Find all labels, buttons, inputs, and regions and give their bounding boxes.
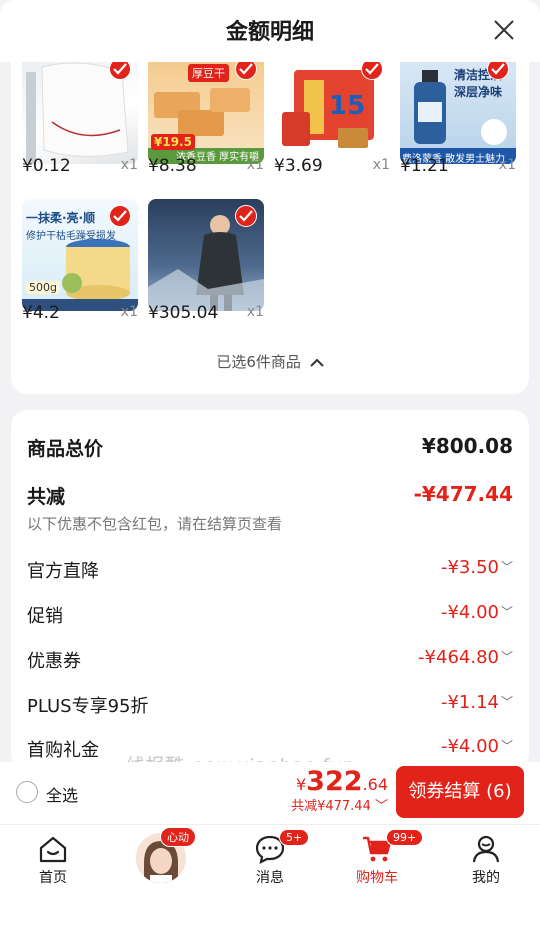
tab-cart[interactable]: 99+ 购物车 xyxy=(332,825,424,905)
product-image-face-wash: 清洁控油 深层净味 费洛蒙香 散发男士魅力 xyxy=(400,62,516,164)
discount-note: 以下优惠不包含红包，请在结算页查看 xyxy=(27,515,283,533)
product-quantity: x1 xyxy=(120,304,138,320)
discount-label: 优惠券 xyxy=(27,651,81,672)
svg-text:15: 15 xyxy=(329,91,365,121)
user-icon xyxy=(472,835,500,863)
product-item[interactable]: ¥0.12 x1 xyxy=(22,62,138,176)
discount-value: -¥4.00 xyxy=(440,602,499,623)
tab-label: 首页 xyxy=(39,870,67,886)
product-image-towel xyxy=(22,62,138,164)
tab-profile[interactable]: 我的 xyxy=(441,825,531,905)
total-price-label: 商品总价 xyxy=(27,438,104,460)
selected-count-toggle[interactable]: 已选6件商品 xyxy=(11,351,529,372)
discount-value: -¥4.00 xyxy=(440,736,499,757)
chevron-down-icon: ﹀ xyxy=(500,560,513,574)
total-price-row: 商品总价 ¥800.08 xyxy=(27,432,513,462)
product-item[interactable]: 15 ¥3.69 x1 xyxy=(274,62,390,176)
checkout-bar: 全选 ¥322.64 共减¥477.44 ﹀ 领券结算 (6) xyxy=(0,762,540,824)
saved-label: 共减¥477.44 xyxy=(291,799,371,814)
chevron-down-icon: ﹀ xyxy=(500,739,513,753)
chevron-up-icon xyxy=(309,358,324,367)
tab-heartbeat[interactable]: 心动 xyxy=(118,825,208,905)
product-item[interactable]: 一抹柔·亮·顺 修护干枯毛躁受损发 500g ¥4.2 x1 xyxy=(22,199,138,323)
total-discount-row: 共减 -¥477.44 xyxy=(27,480,513,510)
product-subheadline: 修护干枯毛躁受损发 xyxy=(26,231,116,242)
product-item[interactable]: 厚豆干 ¥19.5 浓香豆香 厚实有嚼 ¥8.38 x1 xyxy=(148,62,264,176)
discount-row[interactable]: PLUS专享95折 -¥1.14 ﹀ xyxy=(27,690,513,720)
product-weight: 500g xyxy=(26,281,60,294)
chevron-down-icon: ﹀ xyxy=(500,605,513,619)
selected-check-icon[interactable] xyxy=(109,205,131,227)
selected-products-panel: ¥0.12 x1 厚豆干 ¥19.5 浓香豆香 厚实有嚼 ¥8.38 x1 15 xyxy=(11,62,529,394)
tab-label: 购物车 xyxy=(356,870,398,886)
product-quantity: x1 xyxy=(498,157,516,173)
discount-label: 官方直降 xyxy=(27,561,99,582)
product-price: ¥305.04 xyxy=(148,303,219,323)
discount-value: -¥464.80 xyxy=(418,647,499,668)
product-quantity: x1 xyxy=(372,157,390,173)
product-image-hair-mask: 一抹柔·亮·顺 修护干枯毛躁受损发 500g xyxy=(22,199,138,311)
currency-symbol: ¥ xyxy=(295,775,307,794)
product-price: ¥1.21 xyxy=(400,156,449,176)
discount-value: -¥1.14 xyxy=(440,692,499,713)
selected-check-icon[interactable] xyxy=(235,205,257,227)
tab-badge: 心动 xyxy=(160,827,196,847)
tab-home[interactable]: 首页 xyxy=(8,825,98,905)
total-discount-label: 共减 xyxy=(27,486,66,508)
bottom-tab-bar: 首页 心动 5+ 消息 99+ 购物车 我的 xyxy=(0,824,540,937)
modal-header: 金额明细 xyxy=(0,0,540,62)
discount-row[interactable]: 官方直降 -¥3.50 ﹀ xyxy=(27,555,513,585)
saved-amount: 共减¥477.44 ﹀ xyxy=(291,795,388,814)
product-price: ¥8.38 xyxy=(148,156,197,176)
tab-messages[interactable]: 5+ 消息 xyxy=(225,825,315,905)
chevron-down-icon: ﹀ xyxy=(500,695,513,709)
tab-badge: 99+ xyxy=(386,829,424,846)
product-quantity: x1 xyxy=(246,304,264,320)
discount-value: -¥3.50 xyxy=(440,557,499,578)
tab-badge: 5+ xyxy=(279,829,310,846)
product-quantity: x1 xyxy=(246,157,264,173)
product-image-down-jacket xyxy=(148,199,264,311)
tab-label: 消息 xyxy=(256,870,284,886)
pay-total[interactable]: ¥322.64 共减¥477.44 ﹀ xyxy=(291,766,388,814)
chevron-down-icon: ﹀ xyxy=(370,799,388,814)
select-all-label: 全选 xyxy=(46,786,79,805)
amount-decimal: .64 xyxy=(362,775,388,794)
product-item[interactable]: 清洁控油 深层净味 费洛蒙香 散发男士魅力 ¥1.21 x1 xyxy=(400,62,516,176)
product-image-snack-pack: 15 xyxy=(274,62,390,164)
price-summary-panel: 商品总价 ¥800.08 共减 -¥477.44 以下优惠不包含红包，请在结算页… xyxy=(11,410,529,770)
close-icon[interactable] xyxy=(490,16,518,44)
product-brand-tag: 厚豆干 xyxy=(188,64,229,82)
product-price: ¥0.12 xyxy=(22,156,71,176)
chevron-down-icon: ﹀ xyxy=(500,650,513,664)
total-discount-value: -¥477.44 xyxy=(413,482,513,506)
discount-row[interactable]: 促销 -¥4.00 ﹀ xyxy=(27,600,513,630)
discount-label: 首购礼金 xyxy=(27,740,99,761)
product-item[interactable]: ¥305.04 x1 xyxy=(148,199,264,323)
home-icon xyxy=(39,836,67,863)
select-all-radio[interactable] xyxy=(16,781,38,803)
product-headline: 一抹柔·亮·顺 xyxy=(26,211,96,225)
discount-row[interactable]: 优惠券 -¥464.80 ﹀ xyxy=(27,645,513,675)
discount-label: PLUS专享95折 xyxy=(27,696,149,717)
product-image-snack: 厚豆干 ¥19.5 浓香豆香 厚实有嚼 xyxy=(148,62,264,164)
discount-label: 促销 xyxy=(27,606,63,627)
product-quantity: x1 xyxy=(120,157,138,173)
product-price: ¥4.2 xyxy=(22,303,60,323)
selected-count-label: 已选6件商品 xyxy=(216,353,301,371)
checkout-button[interactable]: 领券结算 (6) xyxy=(396,766,524,818)
tab-label: 我的 xyxy=(472,870,500,886)
total-price-value: ¥800.08 xyxy=(421,434,513,458)
page-title: 金额明细 xyxy=(225,20,314,45)
product-subheadline: 深层净味 xyxy=(454,85,503,99)
product-price: ¥3.69 xyxy=(274,156,323,176)
pay-amount: ¥322.64 xyxy=(291,766,388,797)
amount-integer: 322 xyxy=(306,766,363,797)
